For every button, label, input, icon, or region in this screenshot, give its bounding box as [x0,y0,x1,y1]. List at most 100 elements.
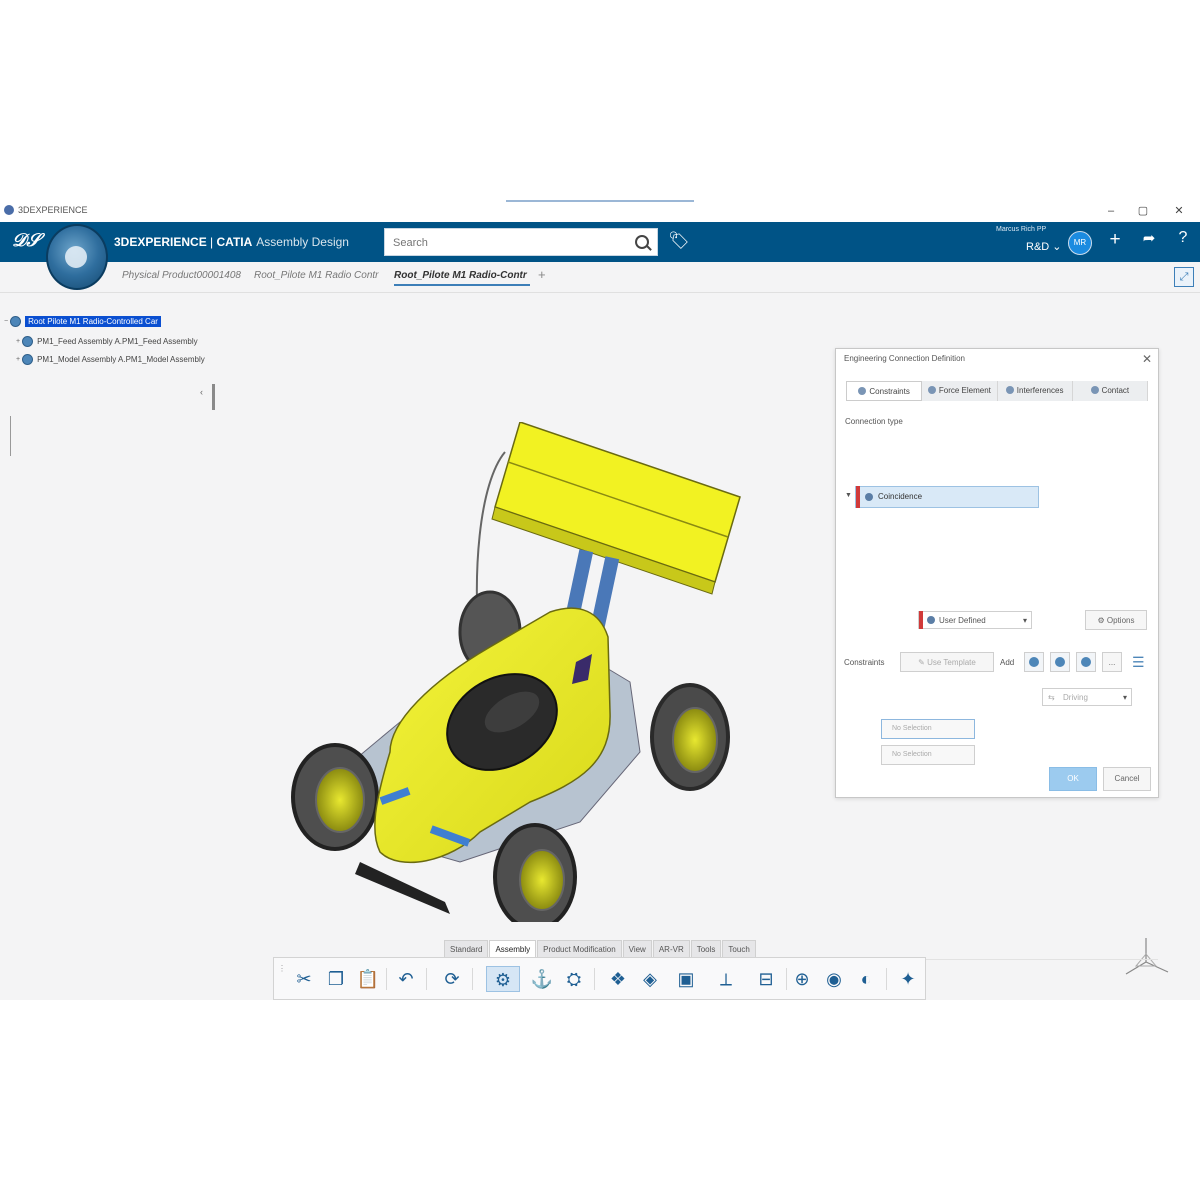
add-angle-button[interactable] [1076,652,1096,672]
connection-type-select[interactable]: User Defined ▾ [918,611,1032,629]
toolbar-separator [472,968,473,990]
section-tabs: Standard Assembly Product Modification V… [444,940,757,957]
tree-expand-icon[interactable]: + [16,338,20,345]
connection-type-value: User Defined [939,616,986,625]
grip-icon[interactable]: ⋮ [278,964,286,973]
connection-type-label: Connection type [845,417,903,426]
maximize-button[interactable]: ▢ [1134,203,1152,219]
tag-icon[interactable]: 🏷 [668,231,690,251]
tree-root-label: Root Pilote M1 Radio-Controlled Car [25,316,161,327]
fullscreen-icon[interactable]: ⤢ [1174,267,1194,287]
tree-collapse-icon[interactable]: ‹ [200,387,203,397]
options-button[interactable]: ⚙ Options [1085,610,1147,630]
tree-scrollbar[interactable] [212,384,215,410]
required-marker [856,486,860,508]
driving-icon: ⇆ [1048,693,1055,702]
selection-field-2[interactable]: No Selection [881,745,975,765]
engineering-connection-icon[interactable]: ⚙ [486,966,520,992]
use-template-button[interactable]: ✎ Use Template [900,652,994,672]
fix-icon[interactable]: ⚓ [530,966,554,992]
tab-label: Contact [1101,386,1130,395]
section-tab-ar-vr[interactable]: AR-VR [652,940,690,957]
app-logo-icon [4,205,14,215]
add-contact-button[interactable] [1050,652,1070,672]
explode-icon[interactable]: ❖ [606,966,630,992]
product-icon [10,316,22,327]
search-input[interactable] [391,230,635,256]
brand-title: 3DEXPERIENCE | CATIA Assembly Design [114,235,349,249]
chevron-down-icon: ▾ [1022,616,1027,625]
section-tab-assembly[interactable]: Assembly [489,940,537,957]
constraint-mode-select[interactable]: ⇆ Driving ▾ [1042,688,1132,706]
copy-icon[interactable]: ❐ [324,966,348,992]
section-tab-touch[interactable]: Touch [722,940,756,957]
toolbar-separator [594,968,595,990]
compass-icon[interactable] [46,224,108,290]
cancel-button[interactable]: Cancel [1103,767,1151,791]
add-coincidence-button[interactable] [1024,652,1044,672]
zoom-icon[interactable]: ⊕ [790,966,814,992]
tab-root-pilote-1[interactable]: Root_Pilote M1 Radio Contr [254,270,384,281]
add-icon[interactable]: + [1104,229,1126,251]
tree-root-node[interactable]: − Root Pilote M1 Radio-Controlled Car [4,316,161,327]
snap-icon[interactable]: ⛭ [562,966,586,992]
tab-interferences[interactable]: Interferences [998,381,1073,401]
tab-root-pilote-2[interactable]: Root_Pilote M1 Radio-Contr [394,270,530,286]
share-icon[interactable]: ➦ [1138,229,1160,247]
brand-sub: Assembly Design [256,235,349,249]
tenant-selector[interactable]: R&D ⌄ [1026,240,1062,253]
tab-constraints[interactable]: Constraints [846,381,923,401]
help-icon[interactable]: ? [1172,229,1194,247]
clash-icon[interactable]: ◈ [638,966,662,992]
user-name: Marcus Rich PP [996,226,1047,233]
constraints-icon [858,387,867,395]
ok-button[interactable]: OK [1049,767,1097,791]
toolbar-separator [386,968,387,990]
constraint-list-icon[interactable]: ☰ [1132,654,1145,671]
tab-contact[interactable]: Contact [1073,381,1148,401]
loading-indicator [506,200,694,202]
tree-child-node[interactable]: + PM1_Feed Assembly A.PM1_Feed Assembly [16,336,198,347]
tab-label: Force Element [938,386,991,395]
avatar[interactable]: MR [1068,231,1092,255]
undo-icon[interactable]: ↶ [394,966,418,992]
cut-icon[interactable]: ✂ [292,966,316,992]
axis-triad-icon[interactable] [1122,932,1172,982]
section-tab-product-modification[interactable]: Product Modification [537,940,622,957]
search-icon[interactable] [635,235,649,249]
coincidence-constraint[interactable]: Coincidence [855,486,1039,508]
contact-icon [1055,657,1065,667]
compass-icon[interactable]: ✦ [896,966,920,992]
dialog-close-button[interactable]: ✕ [1142,352,1152,366]
selection-field-1[interactable]: No Selection [881,719,975,739]
section-icon[interactable]: ⊟ [754,966,778,992]
add-tab-button[interactable]: + [538,267,546,282]
more-constraints-button[interactable]: ... [1102,652,1122,672]
brand-separator: | [206,235,217,249]
tree-expand-icon[interactable]: − [4,318,8,325]
rc-car-model[interactable] [280,422,760,922]
measure-icon[interactable]: ▣ [674,966,698,992]
close-window-button[interactable]: ✕ [1170,203,1188,219]
section-tab-standard[interactable]: Standard [444,940,489,957]
tree-expand-icon[interactable]: + [16,356,20,363]
tab-label: Interferences [1016,386,1064,395]
update-icon[interactable]: ⟳ [440,966,464,992]
paste-icon[interactable]: 📋 [356,966,380,992]
section-tab-tools[interactable]: Tools [690,940,722,957]
tab-physical-product[interactable]: Physical Product00001408 [122,270,244,281]
minimize-button[interactable]: – [1102,203,1120,219]
axis-system-icon[interactable]: ⟂ [714,966,738,992]
view-icon[interactable]: ◉ [822,966,846,992]
action-bar: ⋮ ✂ ❐ 📋 ↶ ⟳ ⚙ ⚓ ⛭ ❖ ◈ ▣ ⟂ ⊟ ⊕ ◉ ◐ ✦ [273,957,926,1000]
render-icon[interactable]: ◐ [854,966,878,992]
collapse-arrow-icon[interactable]: ▼ [845,492,852,499]
brand-app: CATIA [216,235,253,249]
tab-force-element[interactable]: Force Element [922,381,998,401]
user-defined-icon [927,616,935,624]
tree-child-node[interactable]: + PM1_Model Assembly A.PM1_Model Assembl… [16,354,205,365]
toolbar-separator [426,968,427,990]
section-tab-view[interactable]: View [622,940,652,957]
chevron-down-icon: ▾ [1122,693,1127,702]
dialog-tabs: Constraints Force Element Interferences … [846,381,1148,401]
